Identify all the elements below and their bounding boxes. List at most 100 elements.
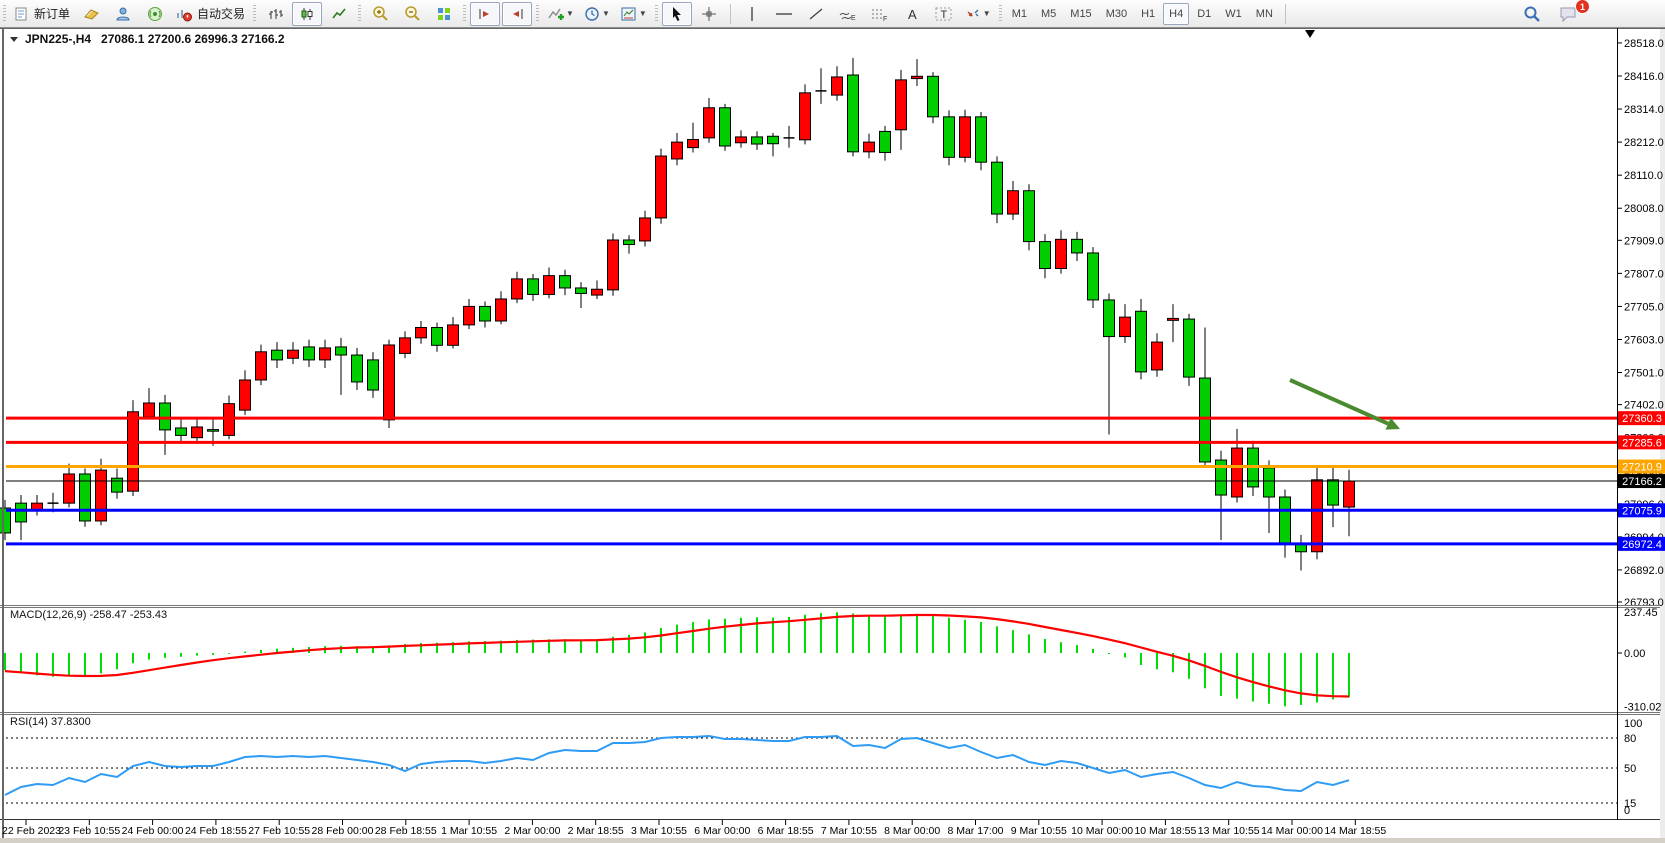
svg-text:28 Feb 18:55: 28 Feb 18:55 [375,825,437,837]
timeframe-w1-button[interactable]: W1 [1219,3,1248,25]
channel-button[interactable]: E [833,2,863,26]
svg-text:27210.9: 27210.9 [1622,462,1662,474]
book-icon [83,6,100,22]
horizontal-line-button[interactable] [769,2,799,26]
notifications-button[interactable]: 1 [1554,2,1584,26]
tile-windows-button[interactable] [429,2,459,26]
svg-text:27807.0: 27807.0 [1624,268,1664,280]
zoom-out-button[interactable] [397,2,427,26]
new-order-label: 新订单 [34,5,70,22]
clock-icon [584,6,600,22]
toolbar-grip [655,5,658,23]
fibonacci-button[interactable]: F [865,2,895,26]
dropdown-arrow-icon: ▼ [983,9,991,18]
timeframe-m1-button[interactable]: M1 [1006,3,1033,25]
vertical-line-button[interactable] [737,2,767,26]
timeframe-m5-button[interactable]: M5 [1035,3,1062,25]
indicators-button[interactable]: ▼ [543,2,578,26]
auto-scroll-icon [477,6,493,22]
svg-text:13 Mar 10:55: 13 Mar 10:55 [1198,825,1260,837]
horizontal-line-icon [775,6,793,22]
chart-bars-button[interactable] [260,2,290,26]
arrows-button[interactable]: ▼ [961,2,995,26]
tile-windows-icon [436,6,452,22]
timeframe-m30-button[interactable]: M30 [1100,3,1133,25]
svg-text:28008.0: 28008.0 [1624,203,1664,215]
svg-text:27166.2: 27166.2 [1622,476,1662,488]
zoom-in-icon [372,5,389,22]
search-button[interactable] [1517,2,1547,26]
fibonacci-icon: F [871,6,889,22]
crosshair-icon [701,6,717,22]
svg-text:80: 80 [1624,733,1636,745]
auto-scroll-button[interactable] [470,2,500,26]
signals-button[interactable] [140,2,170,26]
svg-text:27 Feb 10:55: 27 Feb 10:55 [248,825,310,837]
chart-title[interactable]: JPN225-,H4 27086.1 27200.6 26996.3 27166… [10,32,285,46]
svg-text:28 Feb 00:00: 28 Feb 00:00 [312,825,374,837]
svg-text:24 Feb 00:00: 24 Feb 00:00 [122,825,184,837]
timeframe-h1-button[interactable]: H1 [1135,3,1161,25]
svg-text:10 Mar 00:00: 10 Mar 00:00 [1071,825,1133,837]
text-a-icon: A [905,6,919,22]
svg-text:27501.0: 27501.0 [1624,368,1664,380]
candlestick-chart-icon [299,6,315,22]
timeframe-mn-button[interactable]: MN [1250,3,1279,25]
chart-canvas: 28518.028416.028314.028212.028110.028008… [0,0,1665,843]
text-label-button[interactable]: T [929,2,959,26]
svg-text:3 Mar 10:55: 3 Mar 10:55 [631,825,687,837]
rsi-value: 37.8300 [51,716,91,728]
svg-text:7 Mar 10:55: 7 Mar 10:55 [821,825,877,837]
chart-shift-icon [509,6,525,22]
timeframe-m15-button[interactable]: M15 [1064,3,1097,25]
new-order-icon [14,6,30,22]
svg-text:6 Mar 18:55: 6 Mar 18:55 [758,825,814,837]
svg-text:26892.0: 26892.0 [1624,565,1664,577]
periods-button[interactable]: ▼ [580,2,614,26]
toolbar-grip [463,5,466,23]
svg-text:27909.0: 27909.0 [1624,235,1664,247]
cursor-icon [670,6,684,22]
svg-text:9 Mar 10:55: 9 Mar 10:55 [1011,825,1067,837]
history-center-button[interactable] [76,2,106,26]
zoom-in-button[interactable] [365,2,395,26]
vertical-line-icon [746,6,758,22]
add-indicator-icon [547,6,564,22]
macd-values: -258.47 -253.43 [89,609,167,621]
svg-text:28212.0: 28212.0 [1624,137,1664,149]
toolbar-grip [358,5,361,23]
templates-button[interactable]: ▼ [616,2,651,26]
new-order-button[interactable]: 新订单 [10,2,74,26]
rsi-label: RSI(14) 37.8300 [10,716,91,728]
svg-text:23 Feb 10:55: 23 Feb 10:55 [58,825,120,837]
timeframe-d1-button[interactable]: D1 [1191,3,1217,25]
dropdown-arrow-icon: ▼ [639,9,647,18]
ohlc-values: 27086.1 27200.6 26996.3 27166.2 [101,32,285,46]
bar-chart-icon [267,6,283,22]
template-icon [620,6,637,22]
toolbar-separator [1285,4,1286,24]
svg-text:6 Mar 00:00: 6 Mar 00:00 [694,825,750,837]
trendline-button[interactable] [801,2,831,26]
timeframe-h4-button[interactable]: H4 [1163,3,1189,25]
text-button[interactable]: A [897,2,927,26]
profile-button[interactable] [108,2,138,26]
auto-trading-icon [176,6,193,22]
svg-text:27285.6: 27285.6 [1622,437,1662,449]
symbol-dropdown-icon[interactable] [10,37,18,42]
dropdown-arrow-icon: ▼ [602,9,610,18]
auto-trading-button[interactable]: 自动交易 [172,2,249,26]
svg-text:E: E [851,15,856,22]
chart-background [0,28,1665,843]
equidistant-channel-icon: E [839,6,857,22]
toolbar-grip [536,5,539,23]
cursor-button[interactable] [662,2,692,26]
crosshair-button[interactable] [694,2,724,26]
chart-line-button[interactable] [324,2,354,26]
chart-shift-button[interactable] [502,2,532,26]
zoom-out-icon [404,5,421,22]
svg-text:27075.9: 27075.9 [1622,505,1662,517]
svg-text:-310.02: -310.02 [1624,701,1661,713]
svg-text:F: F [883,16,887,22]
chart-candles-button[interactable] [292,2,322,26]
